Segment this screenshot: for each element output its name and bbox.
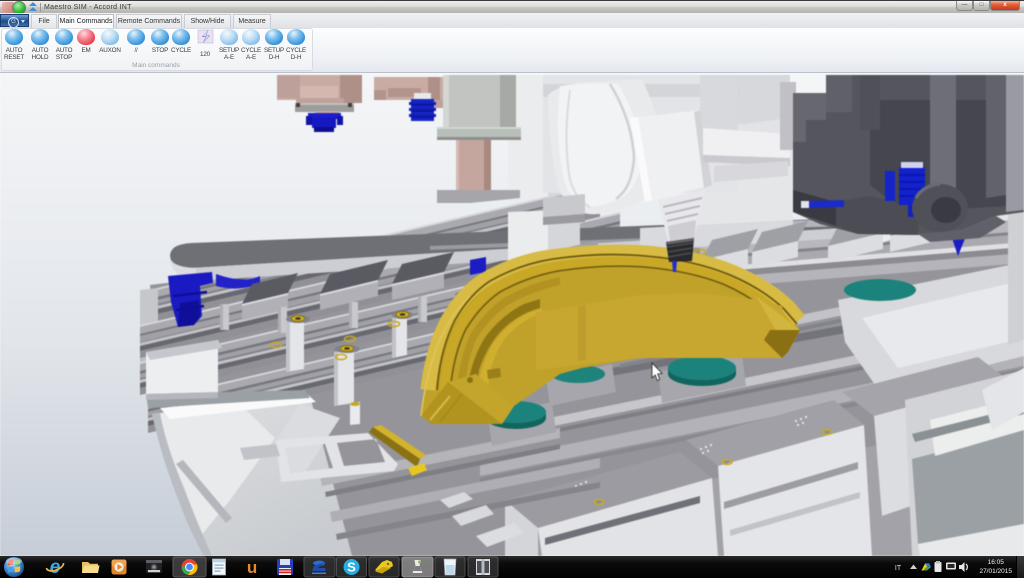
svg-text:u: u	[247, 558, 257, 577]
svg-text:e: e	[50, 557, 61, 578]
svg-text:S: S	[347, 560, 356, 575]
svg-text:IT: IT	[895, 565, 902, 572]
